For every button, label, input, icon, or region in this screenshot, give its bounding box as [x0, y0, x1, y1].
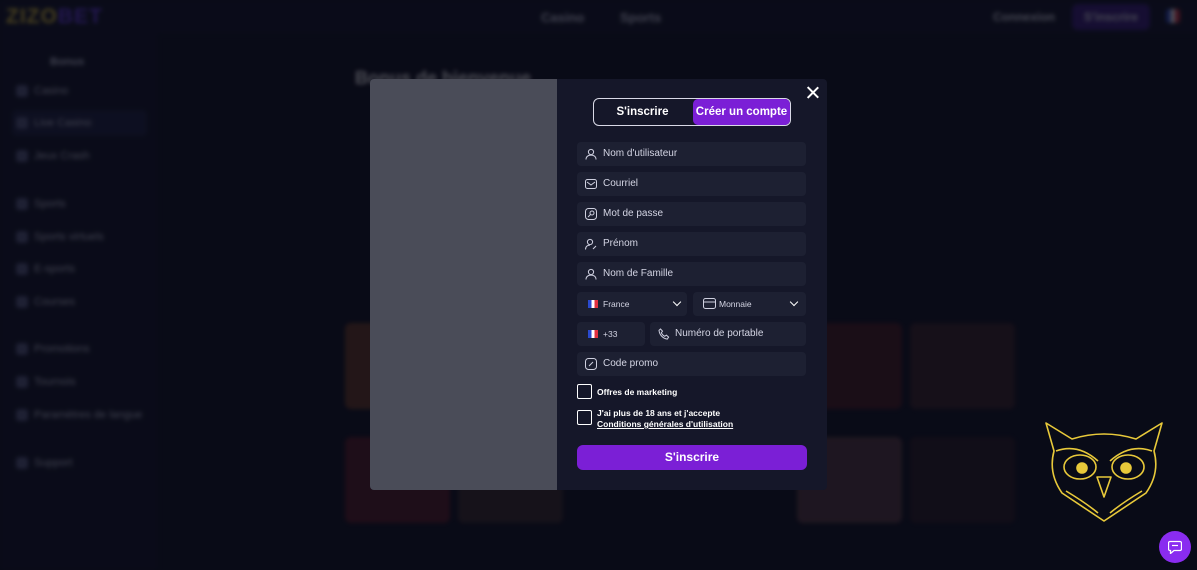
chat-bubble-icon — [1168, 540, 1182, 554]
mail-icon — [585, 179, 597, 189]
age-confirm-label: J'ai plus de 18 ans et j'accepte — [597, 408, 721, 418]
first-name-placeholder: Prénom — [603, 238, 639, 249]
modal-side-image — [370, 79, 557, 490]
phone-icon — [658, 328, 670, 340]
marketing-checkbox[interactable] — [577, 384, 592, 399]
email-placeholder: Courriel — [603, 178, 639, 189]
phone-code-value: +33 — [603, 329, 618, 339]
tab-create-account[interactable]: Créer un compte — [693, 99, 790, 125]
chat-button[interactable] — [1159, 531, 1191, 563]
password-field[interactable]: Mot de passe — [577, 202, 806, 226]
terms-checkbox[interactable] — [577, 410, 592, 425]
terms-link[interactable]: Conditions générales d'utilisation — [597, 419, 733, 429]
close-icon[interactable] — [805, 85, 821, 101]
user-icon — [585, 268, 597, 280]
phone-code-select[interactable]: +33 — [577, 322, 645, 346]
country-value: France — [603, 299, 630, 309]
last-name-field[interactable]: Nom de Famille — [577, 262, 806, 286]
tab-signin[interactable]: S'inscrire — [594, 99, 691, 125]
country-select[interactable]: France — [577, 292, 687, 316]
username-placeholder: Nom d'utilisateur — [603, 148, 678, 159]
owl-logo-icon — [1045, 422, 1163, 522]
promo-code-field[interactable]: Code promo — [577, 352, 806, 376]
auth-tabs: S'inscrire Créer un compte — [593, 98, 791, 126]
signup-modal: S'inscrire Créer un compte Nom d'utilisa… — [370, 79, 827, 490]
signup-submit-button[interactable]: S'inscrire — [577, 445, 807, 470]
phone-number-field[interactable]: Numéro de portable — [650, 322, 806, 346]
marketing-label: Offres de marketing — [597, 387, 678, 397]
france-flag-icon — [588, 300, 598, 308]
promo-placeholder: Code promo — [603, 358, 659, 369]
email-field[interactable]: Courriel — [577, 172, 806, 196]
currency-select[interactable]: Monnaie — [693, 292, 806, 316]
phone-placeholder: Numéro de portable — [675, 328, 764, 339]
promo-icon — [585, 358, 597, 370]
france-flag-icon — [588, 330, 598, 338]
first-name-field[interactable]: Prénom — [577, 232, 806, 256]
user-icon — [585, 148, 597, 160]
chevron-down-icon — [789, 297, 799, 307]
currency-value: Monnaie — [719, 299, 752, 309]
user-edit-icon — [585, 238, 597, 250]
wallet-icon — [703, 298, 716, 309]
password-placeholder: Mot de passe — [603, 208, 664, 219]
username-field[interactable]: Nom d'utilisateur — [577, 142, 806, 166]
chevron-down-icon — [672, 297, 682, 307]
key-icon — [585, 208, 597, 220]
last-name-placeholder: Nom de Famille — [603, 268, 674, 279]
